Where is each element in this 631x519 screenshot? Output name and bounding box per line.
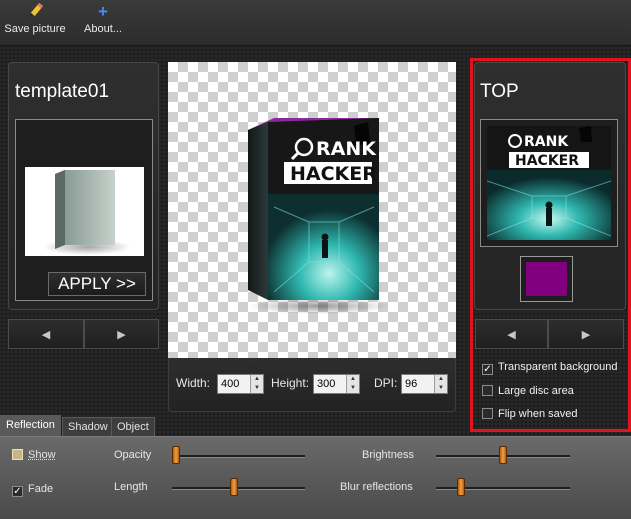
- opacity-label: Opacity: [114, 449, 152, 461]
- arrow-left-icon: ◀: [41, 328, 51, 341]
- toolbar: Save picture + About...: [0, 0, 631, 46]
- about-label: About...: [84, 23, 122, 35]
- length-label: Length: [114, 481, 148, 493]
- fade-label: Fade: [28, 483, 54, 495]
- arrow-right-icon: ▶: [117, 328, 126, 341]
- save-picture-button[interactable]: Save picture: [2, 2, 68, 42]
- template-next-button[interactable]: ▶: [84, 319, 159, 349]
- tab-reflection[interactable]: Reflection: [0, 415, 61, 436]
- brightness-label: Brightness: [362, 449, 414, 461]
- width-label: Width:: [176, 376, 211, 390]
- plus-icon: +: [98, 2, 108, 21]
- blur-reflections-slider[interactable]: [436, 477, 570, 499]
- reflection-settings-panel: Show ✓ Fade Opacity Length Brightness Blu…: [0, 436, 631, 519]
- height-label: Height:: [271, 376, 310, 390]
- highlight-outline: [470, 58, 631, 432]
- length-slider[interactable]: [172, 477, 305, 499]
- opacity-slider-track: [172, 455, 305, 458]
- template-preview-image: [25, 167, 144, 256]
- width-spinner[interactable]: 400 ▲ ▼: [217, 374, 264, 394]
- tab-shadow[interactable]: Shadow: [62, 417, 114, 436]
- template-prev-button[interactable]: ◀: [8, 319, 84, 349]
- dpi-stepper-arrows-icon[interactable]: ▲ ▼: [434, 375, 447, 393]
- show-label: Show: [28, 449, 56, 461]
- box-brand-line2: HACKER: [290, 163, 377, 185]
- height-stepper-arrows-icon[interactable]: ▲ ▼: [346, 375, 359, 393]
- about-button[interactable]: + About...: [80, 2, 126, 42]
- length-slider-track: [172, 487, 305, 490]
- preview-canvas[interactable]: RANK HACKER: [168, 62, 456, 358]
- save-picture-label: Save picture: [4, 23, 66, 35]
- box-render: RANK HACKER: [248, 118, 389, 314]
- opacity-slider[interactable]: [172, 445, 305, 467]
- dpi-value: 96: [405, 378, 418, 390]
- height-spinner[interactable]: 300 ▲ ▼: [313, 374, 360, 394]
- show-checkbox[interactable]: Show: [12, 449, 56, 461]
- checkbox-icon: [12, 449, 23, 460]
- length-slider-thumb[interactable]: [230, 478, 238, 496]
- apply-button[interactable]: APPLY >>: [48, 272, 146, 296]
- pencil-icon: [2, 2, 68, 22]
- fade-checkbox[interactable]: ✓ Fade: [12, 483, 53, 497]
- tab-object[interactable]: Object: [111, 417, 155, 436]
- height-value: 300: [317, 378, 336, 390]
- width-value: 400: [221, 378, 240, 390]
- brightness-slider-thumb[interactable]: [499, 446, 507, 464]
- template-panel: template01 APPLY >>: [8, 62, 159, 310]
- template-title: template01: [15, 81, 110, 102]
- dpi-label: DPI:: [374, 376, 398, 390]
- checkbox-icon: ✓: [12, 486, 23, 497]
- blur-reflections-label: Blur reflections: [340, 481, 413, 493]
- width-stepper-arrows-icon[interactable]: ▲ ▼: [250, 375, 263, 393]
- output-size-bar: Width: 400 ▲ ▼ Height: 300 ▲ ▼ DPI: 96 ▲ ▼: [168, 358, 456, 412]
- blur-reflections-slider-thumb[interactable]: [457, 478, 465, 496]
- box-brand-line1: RANK: [316, 138, 377, 160]
- dpi-spinner[interactable]: 96 ▲ ▼: [401, 374, 448, 394]
- brightness-slider[interactable]: [436, 445, 570, 467]
- template-thumbnail-frame[interactable]: APPLY >>: [15, 119, 153, 301]
- opacity-slider-thumb[interactable]: [172, 446, 180, 464]
